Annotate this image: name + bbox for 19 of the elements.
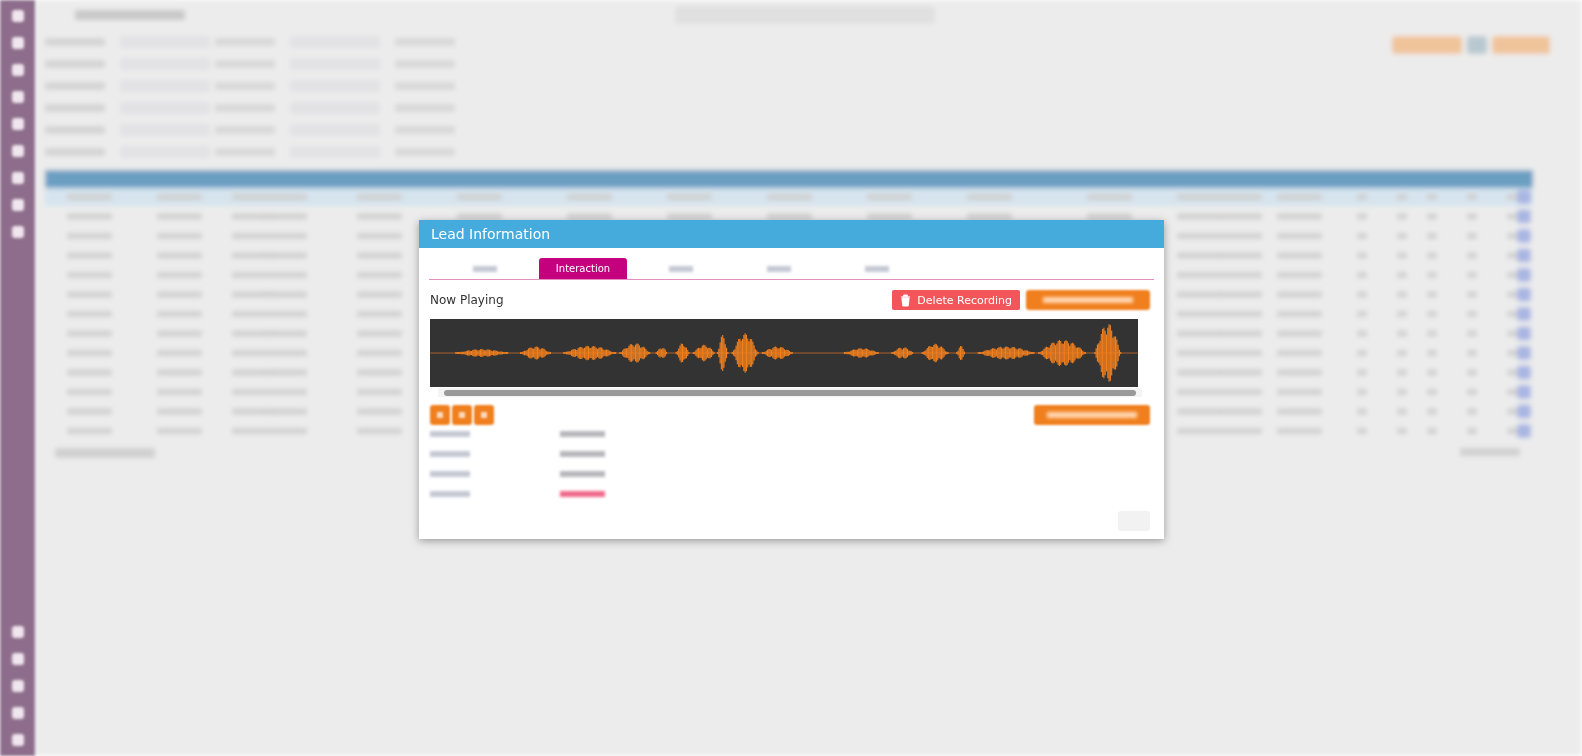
blurred-text — [560, 431, 605, 437]
delete-recording-button[interactable]: Delete Recording — [892, 290, 1020, 310]
player-button[interactable] — [430, 405, 450, 425]
trash-icon — [900, 293, 912, 307]
now-playing-label: Now Playing — [430, 293, 504, 307]
blurred-text — [430, 431, 470, 437]
tab[interactable]: Interaction — [539, 258, 627, 279]
blurred-text — [560, 471, 605, 477]
recording-action-button[interactable] — [1026, 290, 1150, 310]
blurred-text — [430, 491, 470, 497]
player-button[interactable] — [474, 405, 494, 425]
player-action-button[interactable] — [1034, 405, 1150, 425]
dialog-title: Lead Information — [431, 226, 551, 242]
blurred-text — [560, 451, 605, 457]
blurred-text — [430, 451, 470, 457]
blurred-text — [560, 491, 605, 497]
scrollbar[interactable] — [438, 388, 1142, 397]
blurred-text — [430, 471, 470, 477]
player-button[interactable] — [452, 405, 472, 425]
